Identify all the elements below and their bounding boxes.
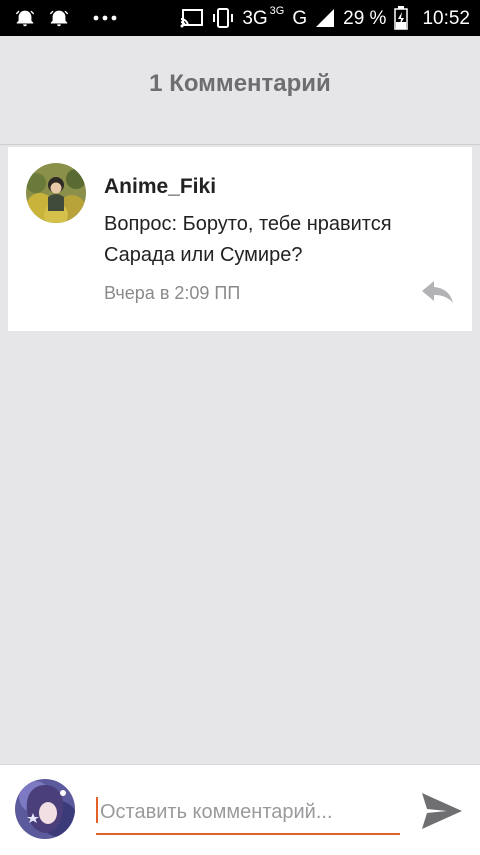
clock: 10:52 xyxy=(422,7,470,29)
user-avatar[interactable] xyxy=(15,779,75,839)
vibrate-icon xyxy=(212,7,234,29)
reply-icon xyxy=(420,279,456,307)
more-dots-icon xyxy=(92,14,118,22)
comments-header: 1 Комментарий xyxy=(0,36,480,145)
page-title: 1 Комментарий xyxy=(149,70,331,97)
battery-charging-icon xyxy=(394,6,409,30)
alarm-icon xyxy=(48,7,70,29)
comment-timestamp: Вчера в 2:09 ПП xyxy=(104,283,241,303)
status-bar: 3G 3G G 29 % 10:52 xyxy=(0,0,480,36)
network-type: 3G xyxy=(242,7,268,29)
network-type-small: 3G xyxy=(269,4,285,17)
comment-card: Anime_Fiki Вопрос: Боруто, тебе нравится… xyxy=(8,147,472,331)
commenter-avatar[interactable] xyxy=(26,163,86,223)
reply-button[interactable] xyxy=(420,279,456,307)
send-button[interactable] xyxy=(420,789,464,833)
status-bar-system: 3G 3G G 29 % 10:52 xyxy=(180,0,470,36)
signal-icon xyxy=(315,8,335,28)
network-letter: G xyxy=(292,7,308,29)
send-icon xyxy=(420,789,464,833)
battery-percent: 29 % xyxy=(343,7,387,29)
comment-text: Вопрос: Боруто, тебе нравится Сарада или… xyxy=(104,213,392,266)
alarm-icon xyxy=(14,7,36,29)
cast-icon xyxy=(180,8,204,28)
comment-author[interactable]: Anime_Fiki xyxy=(104,175,216,199)
status-bar-notifications xyxy=(14,0,118,36)
comment-input[interactable] xyxy=(96,791,400,835)
comment-composer xyxy=(0,764,480,855)
text-caret xyxy=(96,797,98,823)
